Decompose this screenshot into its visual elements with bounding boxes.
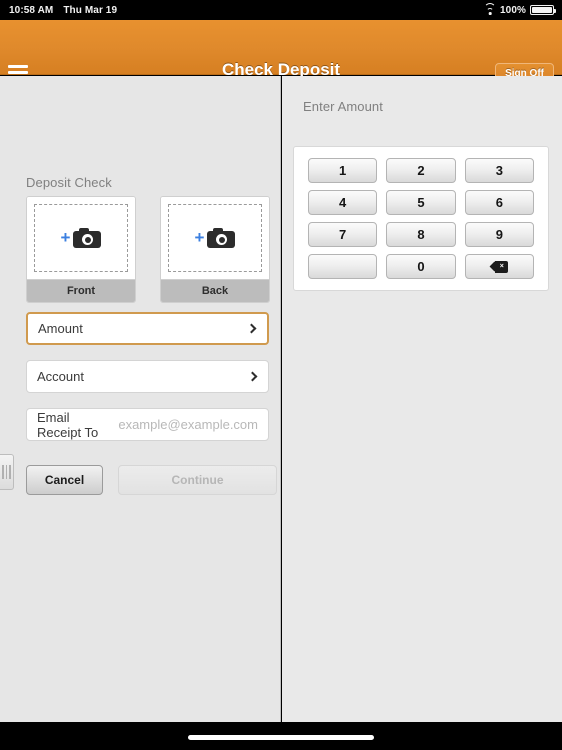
plus-icon: +: [60, 228, 71, 247]
form-actions: Cancel Continue: [26, 465, 277, 495]
back-dashed-frame: +: [168, 204, 262, 272]
plus-icon: +: [194, 228, 205, 247]
key-5[interactable]: 5: [386, 190, 456, 215]
front-dashed-frame: +: [34, 204, 128, 272]
email-receipt-field[interactable]: Email Receipt To example@example.com: [26, 408, 269, 441]
capture-cards: + Front + Back: [26, 196, 270, 303]
key-8[interactable]: 8: [386, 222, 456, 247]
key-3[interactable]: 3: [464, 158, 534, 183]
email-receipt-placeholder: example@example.com: [118, 417, 258, 432]
home-indicator: [188, 735, 374, 740]
chevron-right-icon: [246, 323, 257, 334]
battery-icon: [530, 5, 556, 15]
key-7[interactable]: 7: [308, 222, 378, 247]
status-bar: 10:58 AM Thu Mar 19 100%: [0, 0, 562, 20]
key-0[interactable]: 0: [386, 254, 456, 279]
key-1[interactable]: 1: [308, 158, 378, 183]
front-capture-area[interactable]: +: [27, 197, 135, 279]
status-right-cluster: 100%: [484, 3, 556, 16]
capture-card-back-label: Back: [161, 279, 269, 302]
enter-amount-pane: Enter Amount 1 2 3 4 5 6 7 8 9 0 ×: [282, 76, 562, 722]
amount-field-label: Amount: [38, 321, 83, 336]
deposit-check-heading: Deposit Check: [26, 175, 112, 190]
cancel-button[interactable]: Cancel: [26, 465, 103, 495]
account-field-label: Account: [37, 369, 84, 384]
status-date: Thu Mar 19: [63, 4, 118, 16]
camera-icon: [73, 228, 102, 248]
key-2[interactable]: 2: [386, 158, 456, 183]
key-blank: [308, 254, 378, 279]
chevron-right-icon: [247, 371, 258, 382]
backspace-icon: ×: [489, 260, 508, 273]
split-view-drag-handle[interactable]: [0, 454, 14, 490]
continue-button: Continue: [118, 465, 277, 495]
wifi-icon: [484, 3, 497, 15]
account-field[interactable]: Account: [26, 360, 269, 393]
content-area: Deposit Check + Front + Back Amount Acco…: [0, 76, 562, 722]
app-root: 10:58 AM Thu Mar 19 100% Check Deposit S…: [0, 0, 562, 750]
key-backspace[interactable]: ×: [464, 254, 534, 279]
deposit-check-pane: Deposit Check + Front + Back Amount Acco…: [0, 76, 281, 722]
back-capture-area[interactable]: +: [161, 197, 269, 279]
battery-percent: 100%: [500, 4, 526, 16]
enter-amount-heading: Enter Amount: [303, 99, 383, 114]
email-receipt-label: Email Receipt To: [37, 409, 99, 440]
capture-card-front-label: Front: [27, 279, 135, 302]
key-4[interactable]: 4: [308, 190, 378, 215]
status-time: 10:58 AM: [9, 4, 54, 16]
numeric-keypad: 1 2 3 4 5 6 7 8 9 0 ×: [293, 146, 549, 291]
deposit-form: Amount Account Email Receipt To example@…: [26, 312, 269, 456]
key-6[interactable]: 6: [464, 190, 534, 215]
navigation-bar: Check Deposit Sign Off: [0, 20, 562, 84]
amount-field[interactable]: Amount: [26, 312, 269, 345]
camera-icon: [207, 228, 236, 248]
key-9[interactable]: 9: [464, 222, 534, 247]
capture-card-back[interactable]: + Back: [160, 196, 270, 303]
capture-card-front[interactable]: + Front: [26, 196, 136, 303]
